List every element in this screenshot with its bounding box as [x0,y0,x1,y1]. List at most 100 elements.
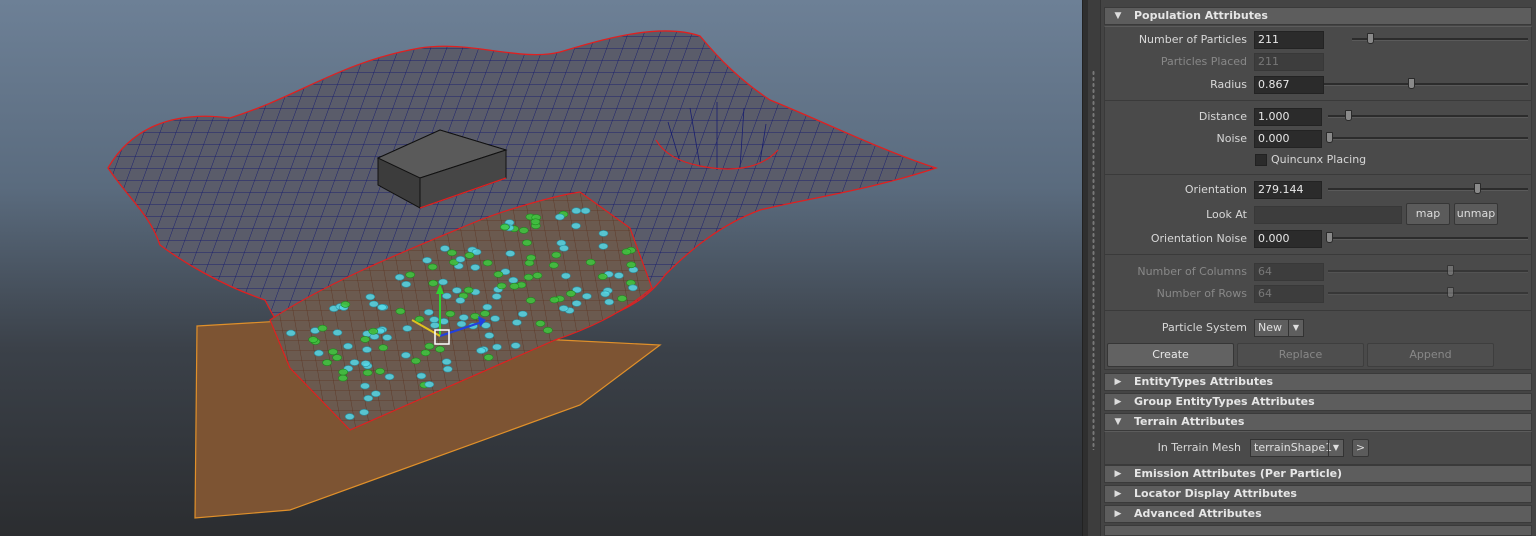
particle [512,319,522,326]
particle [365,293,376,301]
section-population-attributes[interactable]: ▼ Population Attributes [1104,7,1532,25]
particle [484,332,495,339]
num-particles-slider[interactable] [1352,38,1528,41]
orientation-slider-thumb[interactable] [1474,183,1481,194]
noise-field[interactable]: 0.000 [1254,130,1322,148]
particle [344,413,355,420]
particle [308,336,318,343]
radius-slider[interactable] [1324,83,1528,86]
particle [362,346,372,353]
particle [549,296,560,304]
orientation-field[interactable]: 279.144 [1254,181,1322,199]
distance-field[interactable]: 1.000 [1254,108,1322,126]
section-group-entitytypes-attributes[interactable]: ▶ Group EntityTypes Attributes [1104,393,1532,411]
particle [483,354,494,361]
particle [525,297,536,304]
go-to-terrain-button[interactable]: > [1352,439,1369,457]
section-terrain-attributes[interactable]: ▼ Terrain Attributes [1104,413,1532,431]
orientation-noise-field[interactable]: 0.000 [1254,230,1322,248]
particle [493,271,504,278]
look-at-field[interactable] [1254,206,1402,224]
particle [597,273,608,280]
particle [558,305,569,312]
section-title: Terrain Attributes [1134,415,1245,428]
num-rows-slider-thumb [1447,287,1454,298]
append-button[interactable]: Append [1367,343,1494,367]
num-columns-slider [1328,270,1528,273]
particle [530,218,541,226]
particle [626,261,637,269]
particle [405,271,416,279]
particle [360,336,370,343]
create-button[interactable]: Create [1107,343,1234,367]
particle [438,278,448,286]
unmap-button[interactable]: unmap [1454,203,1498,225]
orientation-noise-slider-thumb[interactable] [1326,232,1333,243]
radius-slider-thumb[interactable] [1408,78,1415,89]
particle [401,280,412,288]
section-emission-attributes[interactable]: ▶ Emission Attributes (Per Particle) [1104,465,1532,483]
orientation-noise-slider[interactable] [1328,237,1528,240]
map-button[interactable]: map [1406,203,1450,225]
particle [360,382,370,390]
particle [429,316,440,323]
particle [458,314,469,321]
particle [523,273,534,281]
particle [286,329,296,337]
replace-button[interactable]: Replace [1237,343,1364,367]
particle [491,293,502,300]
particle [561,272,571,280]
divider [1104,174,1532,175]
section-locator-display-attributes[interactable]: ▶ Locator Display Attributes [1104,485,1532,503]
attribute-editor-panel: ▼ Population Attributes Number of Partic… [1088,0,1536,536]
particle [505,250,516,257]
distance-slider-thumb[interactable] [1345,110,1352,121]
num-particles-slider-thumb[interactable] [1367,33,1374,44]
distance-slider[interactable] [1328,115,1528,118]
particle [571,207,582,214]
particle [423,308,434,316]
num-columns-label: Number of Columns [1137,265,1247,278]
orientation-slider[interactable] [1328,188,1528,191]
particle [363,394,374,402]
particle [566,290,576,297]
particle [362,369,373,377]
particle [532,272,543,279]
particle [328,348,338,356]
particle [476,347,486,354]
noise-slider[interactable] [1328,137,1528,140]
particle [543,326,553,334]
orientation-noise-label: Orientation Noise [1150,232,1247,245]
num-columns-field: 64 [1254,263,1324,281]
particle [480,310,490,317]
3d-viewport[interactable] [0,0,1082,536]
particle [402,325,413,332]
collapsed-arrow-icon: ▶ [1114,397,1122,407]
particle [424,381,435,388]
dropdown-arrow-icon: ▼ [1328,440,1343,456]
quincunx-label: Quincunx Placing [1271,153,1367,166]
dropdown-arrow-icon: ▼ [1288,320,1303,336]
num-particles-field[interactable]: 211 [1254,31,1324,49]
collapsed-arrow-icon: ▶ [1114,469,1122,479]
collapsed-arrow-icon: ▶ [1114,509,1122,519]
particle [360,360,371,367]
in-terrain-mesh-label: In Terrain Mesh [1157,441,1241,454]
noise-slider-thumb[interactable] [1326,132,1333,143]
particle [332,329,343,336]
in-terrain-mesh-dropdown[interactable]: terrainShape1 ▼ [1250,439,1344,457]
section-entitytypes-attributes[interactable]: ▶ EntityTypes Attributes [1104,373,1532,391]
expanded-arrow-icon: ▼ [1114,417,1122,427]
particle [571,300,582,307]
particle [585,258,596,266]
particle [371,390,381,398]
particle [582,292,592,300]
radius-field[interactable]: 0.867 [1254,76,1324,94]
particle [510,342,521,349]
quincunx-checkbox[interactable] [1255,154,1267,166]
particle-system-dropdown[interactable]: New ▼ [1254,319,1304,337]
particles-placed-label: Particles Placed [1160,55,1247,68]
section-advanced-attributes[interactable]: ▶ Advanced Attributes [1104,505,1532,523]
section-partial-next[interactable] [1104,525,1532,536]
distance-label: Distance [1198,110,1247,123]
